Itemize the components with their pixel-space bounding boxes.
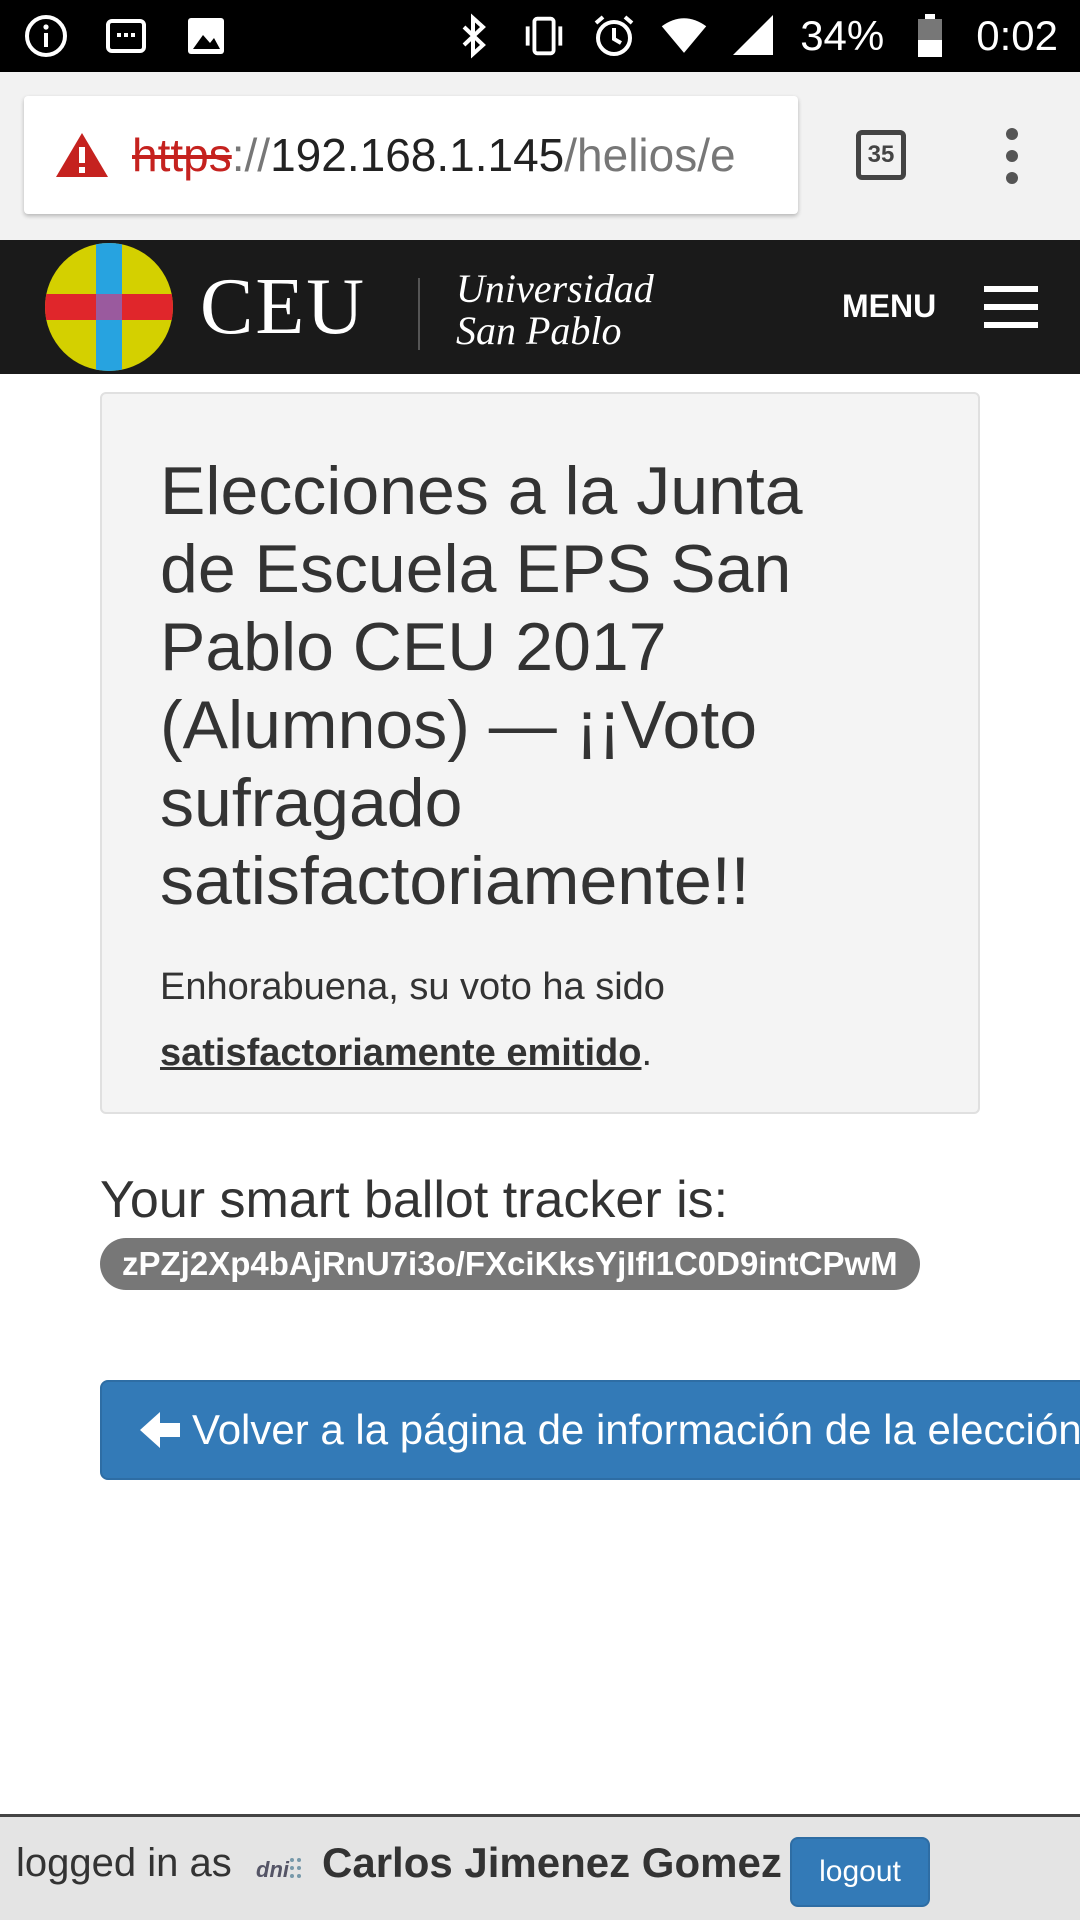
page-title: Elecciones a la Junta de Escuela EPS San…	[160, 453, 803, 919]
vibrate-icon	[520, 12, 568, 60]
message-suffix: .	[641, 1032, 653, 1074]
url-path: /helios/e	[564, 129, 736, 181]
browser-toolbar: https://192.168.1.145/helios/e 35	[0, 72, 1080, 240]
warning-icon[interactable]	[54, 131, 110, 179]
return-button-label: Volver a la página de información de la …	[192, 1406, 1080, 1453]
dni-icon: dni	[256, 1857, 289, 1882]
wifi-icon	[660, 12, 708, 60]
menu-label[interactable]: MENU	[842, 288, 936, 325]
university-line-1: Universidad	[456, 266, 654, 311]
image-icon	[182, 12, 230, 60]
arrow-left-icon	[138, 1410, 182, 1450]
university-line-2: San Pablo	[456, 308, 622, 353]
bluetooth-icon	[450, 12, 498, 60]
ceu-logo[interactable]	[44, 242, 174, 372]
logout-button[interactable]: logout	[790, 1837, 930, 1907]
url-host: 192.168.1.145	[270, 129, 565, 181]
footer-bar: logged in as dni Carlos Jimenez Gomez lo…	[0, 1814, 1080, 1920]
notification-icon	[102, 12, 150, 60]
url-separator: ://	[231, 129, 271, 181]
battery-percent: 34%	[800, 12, 885, 59]
battery-icon	[906, 12, 954, 60]
url-scheme: https	[132, 129, 232, 181]
hamburger-menu-icon[interactable]	[984, 286, 1038, 328]
logged-in-label: logged in as	[16, 1841, 232, 1885]
return-to-election-button[interactable]: Volver a la página de información de la …	[100, 1380, 1080, 1480]
site-header: CEU Universidad San Pablo MENU	[0, 240, 1080, 374]
confirmation-message: Enhorabuena, su voto ha sido satisfactor…	[160, 954, 920, 1086]
message-emphasis: satisfactoriamente emitido	[160, 1032, 642, 1074]
user-name: Carlos Jimenez Gomez	[322, 1839, 782, 1886]
tracker-heading: Your smart ballot tracker is:	[100, 1171, 729, 1229]
university-name: Universidad San Pablo	[456, 268, 654, 352]
message-prefix: Enhorabuena, su voto ha sido	[160, 966, 665, 1008]
header-divider	[418, 278, 420, 350]
tab-switcher-button[interactable]: 35	[856, 130, 906, 180]
ceu-wordmark: CEU	[200, 263, 366, 351]
url-bar[interactable]: https://192.168.1.145/helios/e	[24, 96, 798, 214]
signal-icon	[730, 12, 778, 60]
alarm-icon	[590, 12, 638, 60]
confirmation-panel: Elecciones a la Junta de Escuela EPS San…	[100, 392, 980, 1114]
clock: 0:02	[976, 12, 1058, 59]
ballot-tracker-badge: zPZj2Xp4bAjRnU7i3o/FXciKksYjIfI1C0D9intC…	[100, 1238, 920, 1290]
status-bar: 34% 0:02	[0, 0, 1080, 72]
dni-dots-icon	[288, 1855, 304, 1885]
more-options-icon[interactable]	[992, 124, 1032, 188]
info-icon	[22, 12, 70, 60]
url-text: https://192.168.1.145/helios/e	[132, 128, 736, 182]
